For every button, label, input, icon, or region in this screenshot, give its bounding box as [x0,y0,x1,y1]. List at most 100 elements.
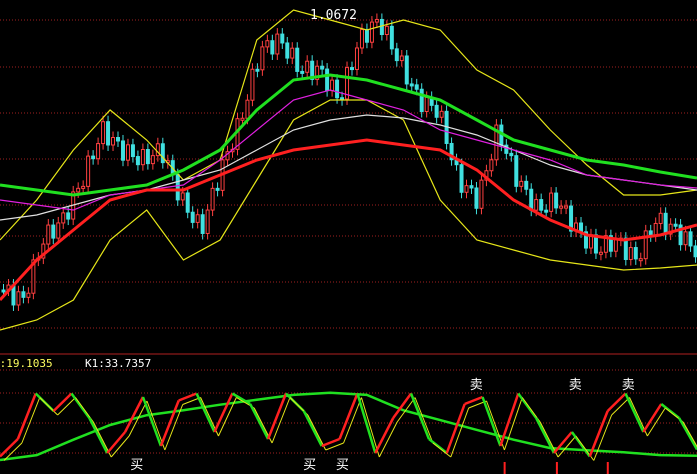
candle-body [464,185,469,193]
candle-body [549,192,554,212]
candle-body [369,21,374,43]
chart-svg [0,9,697,474]
candle-body [290,47,295,59]
candle-body [379,18,384,36]
candle-body [479,179,484,209]
candle-body [409,83,414,87]
candle-body [215,187,220,191]
candle-body [414,84,419,90]
candle-body [265,40,270,48]
candle-body [643,230,648,260]
oscillator-fast-segment [624,392,645,433]
candle-body [663,212,668,235]
candle-body [255,68,260,72]
candle-body [658,212,663,224]
candle-body [285,42,290,59]
candle-body [250,68,255,101]
d-readout: D:19.1035 [0,357,53,370]
candle-body [205,209,210,234]
candle-body [66,212,71,220]
candle-body [140,148,145,166]
candle-body [86,155,91,187]
buy-signal: 买 [303,458,317,473]
candle-body [180,192,185,201]
candle-body [61,212,66,224]
candle-body [389,25,394,50]
candle-body [21,291,26,298]
oscillator-fast-segment [88,417,109,454]
candle-body [688,231,693,247]
candle-body [335,79,340,99]
sell-signal: 卖 [469,378,483,393]
candle-body [185,192,190,213]
candle-body [1,289,6,293]
candle-body [270,40,275,55]
candle-body [175,174,180,201]
buy-signal: 买 [130,458,144,473]
oscillator-fast-segment [321,437,341,448]
candle-body [130,144,135,158]
oscillator-fast-segment [428,438,448,454]
oscillator-fast-segment [249,403,270,440]
oscillator-fast-segment [52,392,73,412]
candle-body [673,223,678,227]
candle-body [394,48,399,62]
candle-body [51,224,56,239]
chart-area: 1.0672 D:19.1035 K1:33.7357 买 买 买 卖 卖 卖 [0,0,697,474]
candle-body [579,222,584,233]
candle-body [364,29,369,43]
oscillator-fast-segment [570,431,591,458]
candle-body [404,55,409,85]
oscillator-fast-segment [178,392,198,402]
candle-body [419,88,424,113]
candle-body [544,209,549,213]
candle-body [509,152,514,157]
candle-body [280,33,285,44]
candle-body [120,140,125,161]
candle-body [295,47,300,72]
candle-body [190,211,195,223]
candle-body [96,143,101,160]
oscillator-fast-segment [302,410,323,447]
candle-body [399,55,404,62]
oscillator-fast-segment [16,393,37,440]
oscillator-fast-segment [445,403,466,454]
candle-body [534,199,539,211]
candle-body [325,68,330,92]
oscillator-fast-segment [141,396,163,447]
candle-body [474,187,479,209]
candle-body [489,159,494,172]
oscillator-fast-segment [0,438,19,458]
oscillator-j-segment [611,397,630,416]
candle-body [539,199,544,211]
buy-signal: 买 [335,458,349,473]
candle-body [633,247,638,260]
candle-body [106,121,111,146]
candle-body [16,291,21,306]
candle-body [354,47,359,70]
candle-body [275,33,280,55]
oscillator-fast-segment [464,395,483,406]
oscillator-fast-segment [660,403,680,419]
candle-body [195,214,200,223]
oscillator-fast-segment [481,396,502,447]
candle-body [519,180,524,187]
candle-body [101,121,106,145]
candle-body [210,187,215,211]
candle-body [76,187,81,193]
candle-body [135,156,140,166]
sell-signal: 卖 [568,378,582,393]
candle-body [200,214,205,234]
candle-body [160,143,165,164]
candle-body [300,70,305,74]
candle-body [111,137,116,146]
candle-body [638,258,643,262]
candle-body [469,185,474,189]
candle-body [240,117,245,121]
candle-body [439,110,444,118]
k-readout: K1:33.7357 [85,357,152,370]
candle-body [260,46,265,71]
oscillator-fast-segment [517,392,538,419]
candle-body [559,205,564,209]
candle-body [683,231,688,246]
